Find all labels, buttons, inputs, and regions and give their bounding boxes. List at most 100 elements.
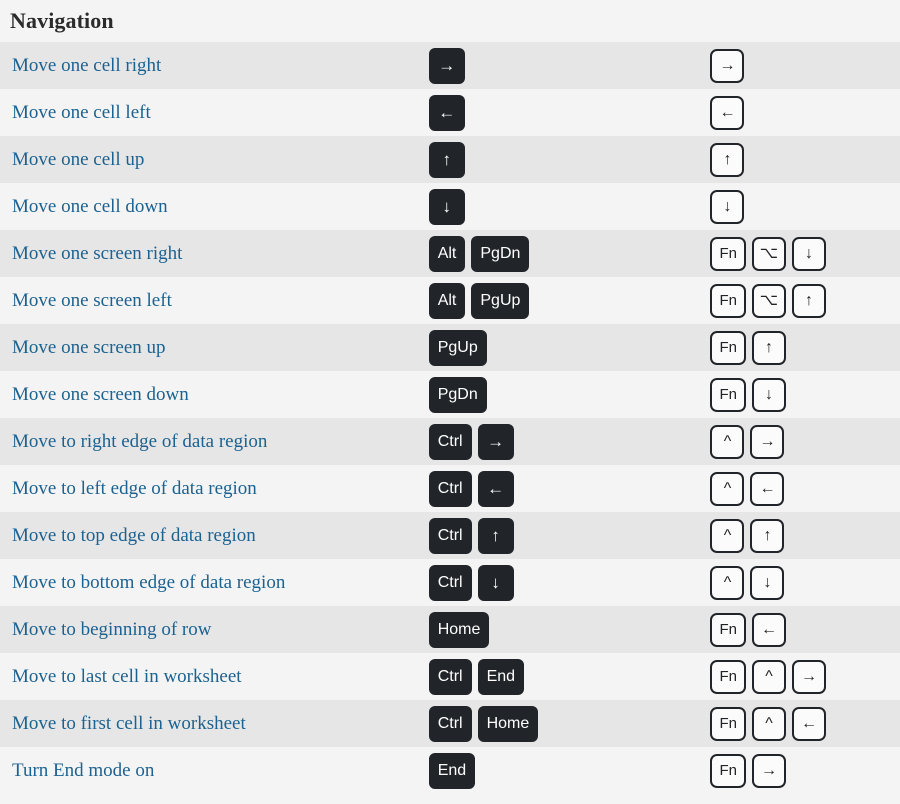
- shortcut-description-cell: Move one cell left: [0, 89, 429, 136]
- shortcut-description-cell: Move one screen right: [0, 230, 429, 277]
- mac-shortcut-cell: →: [710, 42, 900, 89]
- windows-key-group: ←: [428, 89, 711, 136]
- shortcut-reference-page: Navigation Move one cell right → → Move one…: [0, 0, 900, 804]
- shortcut-description-link[interactable]: Move to top edge of data region: [12, 525, 256, 546]
- shortcut-description-link[interactable]: Move one cell right: [12, 55, 161, 76]
- mac-arrow-left-key: ←: [710, 95, 745, 130]
- table-row: Move one cell right → →: [0, 42, 900, 89]
- windows-key-alt: Alt: [428, 282, 466, 319]
- windows-key-end: End: [428, 752, 476, 789]
- mac-arrow-right-key: →: [751, 753, 786, 788]
- windows-shortcut-cell: ↓: [428, 183, 711, 230]
- mac-shortcut-cell: ^ →: [710, 418, 900, 465]
- table-row: Move one cell down ↓ ↓: [0, 183, 900, 230]
- shortcut-description-link[interactable]: Move one screen left: [12, 290, 172, 311]
- windows-key-ctrl: Ctrl: [428, 658, 472, 695]
- windows-shortcut-cell: Alt PgUp: [428, 277, 711, 324]
- windows-key-group: Alt PgUp: [428, 277, 711, 324]
- windows-key-ctrl: Ctrl: [428, 517, 472, 554]
- shortcuts-table-body: Move one cell right → → Move one cell left ←…: [0, 42, 900, 794]
- windows-shortcut-cell: Ctrl ↑: [428, 512, 711, 559]
- windows-key-pgdn: PgDn: [471, 235, 530, 272]
- mac-arrow-up-key: ↑: [710, 142, 745, 177]
- mac-shortcut-cell: ^ ↑: [710, 512, 900, 559]
- mac-key-group: Fn ^ →: [710, 653, 893, 700]
- mac-arrow-right-key: →: [750, 424, 785, 459]
- mac-control-caret-key: ^: [710, 518, 745, 553]
- mac-shortcut-cell: Fn ↑: [710, 324, 900, 371]
- shortcut-description-cell: Move to right edge of data region: [0, 418, 429, 465]
- shortcut-description-link[interactable]: Move one cell up: [12, 149, 144, 170]
- shortcut-description-link[interactable]: Move to left edge of data region: [12, 478, 257, 499]
- windows-key-pgup: PgUp: [428, 329, 487, 366]
- shortcut-description-cell: Turn End mode on: [0, 747, 429, 794]
- mac-shortcut-cell: ←: [710, 89, 900, 136]
- mac-key-group: Fn ⌥ ↑: [710, 277, 893, 324]
- mac-control-caret-key: ^: [751, 659, 786, 694]
- shortcut-description-link[interactable]: Move to right edge of data region: [12, 431, 267, 452]
- mac-key-group: ↓: [710, 183, 893, 230]
- windows-arrow-down-key: ↓: [477, 564, 514, 601]
- mac-key-fn: Fn: [710, 330, 746, 365]
- mac-shortcut-cell: ↑: [710, 136, 900, 183]
- mac-control-caret-key: ^: [751, 706, 786, 741]
- shortcut-description-cell: Move to first cell in worksheet: [0, 700, 429, 747]
- mac-key-group: ^ ←: [710, 465, 893, 512]
- windows-shortcut-cell: End: [428, 747, 711, 794]
- mac-key-group: Fn ↑: [710, 324, 893, 371]
- shortcut-description-cell: Move to last cell in worksheet: [0, 653, 429, 700]
- table-row: Move one screen up PgUp Fn ↑: [0, 324, 900, 371]
- windows-shortcut-cell: Home: [428, 606, 711, 653]
- page-title: Navigation: [10, 8, 114, 33]
- windows-shortcut-cell: Ctrl →: [428, 418, 711, 465]
- shortcut-description-link[interactable]: Move one screen up: [12, 337, 166, 358]
- mac-key-group: ^ ↑: [710, 512, 893, 559]
- windows-key-home: Home: [477, 705, 539, 742]
- windows-shortcut-cell: →: [428, 42, 711, 89]
- mac-key-fn: Fn: [710, 753, 746, 788]
- table-row: Move one cell left ← ←: [0, 89, 900, 136]
- shortcut-description-cell: Move one screen left: [0, 277, 429, 324]
- windows-key-home: Home: [428, 611, 490, 648]
- shortcut-description-link[interactable]: Move one cell down: [12, 196, 168, 217]
- shortcut-description-link[interactable]: Move one screen right: [12, 243, 182, 264]
- mac-key-group: ^ ↓: [710, 559, 893, 606]
- windows-arrow-down-key: ↓: [428, 188, 465, 225]
- shortcut-description-cell: Move to left edge of data region: [0, 465, 429, 512]
- windows-key-group: Ctrl End: [428, 653, 711, 700]
- windows-key-group: Ctrl →: [428, 418, 711, 465]
- windows-arrow-left-key: ←: [428, 94, 465, 131]
- shortcut-description-cell: Move one screen down: [0, 371, 429, 418]
- mac-arrow-down-key: ↓: [710, 189, 745, 224]
- shortcut-description-link[interactable]: Move to last cell in worksheet: [12, 666, 242, 687]
- windows-key-pgdn: PgDn: [428, 376, 487, 413]
- windows-shortcut-cell: Ctrl Home: [428, 700, 711, 747]
- mac-key-group: ←: [710, 89, 893, 136]
- mac-arrow-left-key: ←: [791, 706, 826, 741]
- mac-arrow-down-key: ↓: [791, 236, 826, 271]
- mac-shortcut-cell: ^ ↓: [710, 559, 900, 606]
- mac-control-caret-key: ^: [710, 471, 745, 506]
- windows-key-group: PgDn: [428, 371, 711, 418]
- windows-shortcut-cell: ←: [428, 89, 711, 136]
- shortcut-description-link[interactable]: Move one screen down: [12, 384, 189, 405]
- table-row: Move one screen down PgDn Fn ↓: [0, 371, 900, 418]
- shortcut-description-link[interactable]: Turn End mode on: [12, 760, 154, 781]
- windows-shortcut-cell: Ctrl ←: [428, 465, 711, 512]
- shortcut-description-link[interactable]: Move to first cell in worksheet: [12, 713, 246, 734]
- windows-arrow-right-key: →: [477, 423, 514, 460]
- mac-key-group: ↑: [710, 136, 893, 183]
- shortcut-description-link[interactable]: Move to bottom edge of data region: [12, 572, 285, 593]
- table-row: Move to top edge of data region Ctrl ↑ ^ ↑: [0, 512, 900, 559]
- windows-shortcut-cell: ↑: [428, 136, 711, 183]
- shortcut-description-cell: Move to beginning of row: [0, 606, 429, 653]
- mac-key-fn: Fn: [710, 612, 746, 647]
- shortcut-description-link[interactable]: Move to beginning of row: [12, 619, 211, 640]
- shortcuts-table: Move one cell right → → Move one cell left ←…: [0, 42, 900, 794]
- windows-key-ctrl: Ctrl: [428, 470, 472, 507]
- mac-key-group: ^ →: [710, 418, 893, 465]
- shortcut-description-link[interactable]: Move one cell left: [12, 102, 151, 123]
- shortcut-description-cell: Move one cell right: [0, 42, 429, 89]
- mac-key-fn: Fn: [710, 659, 746, 694]
- mac-control-caret-key: ^: [710, 424, 745, 459]
